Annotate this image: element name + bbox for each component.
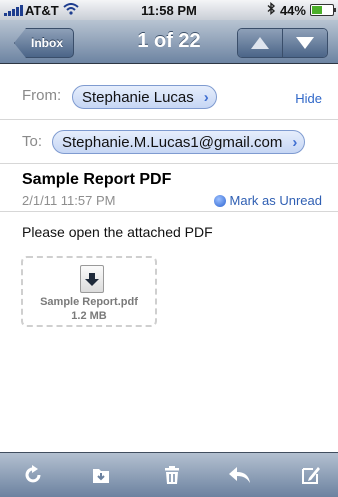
subject-row: Sample Report PDF 2/1/11 11:57 PM Mark a…: [0, 164, 338, 212]
reply-icon: [229, 467, 250, 483]
bluetooth-icon: [267, 2, 276, 18]
reply-button[interactable]: [226, 461, 254, 489]
battery-icon: [309, 4, 336, 16]
up-arrow-icon: [251, 37, 269, 49]
attachment-file-size: 1.2 MB: [71, 310, 107, 322]
carrier-label: AT&T: [25, 2, 59, 18]
wifi-icon: [63, 2, 79, 18]
compose-button[interactable]: [297, 461, 325, 489]
to-row: To: Stephanie.M.Lucas1@gmail.com ›: [0, 120, 338, 164]
trash-icon: [165, 466, 179, 484]
hide-details-link[interactable]: Hide: [295, 91, 322, 106]
message-navigation-control: [237, 28, 328, 58]
sender-chip[interactable]: Stephanie Lucas ›: [72, 85, 217, 109]
from-label: From:: [22, 87, 62, 104]
sender-name: Stephanie Lucas: [82, 89, 194, 106]
move-to-folder-icon: [93, 469, 109, 483]
to-label: To:: [22, 133, 43, 150]
chevron-right-icon: ›: [292, 134, 298, 151]
refresh-icon: [25, 465, 41, 483]
next-message-button[interactable]: [282, 29, 327, 57]
move-to-folder-button[interactable]: [87, 461, 115, 489]
battery-percent: 44%: [279, 2, 306, 18]
message-body: Please open the attached PDF: [22, 224, 213, 240]
mark-as-unread-label: Mark as Unread: [229, 193, 322, 208]
from-row: From: Stephanie Lucas › Hide: [0, 65, 338, 120]
status-bar: AT&T 11:58 PM 44%: [0, 0, 338, 20]
previous-message-button[interactable]: [238, 29, 282, 57]
message-date: 2/1/11 11:57 PM: [22, 193, 116, 208]
chevron-right-icon: ›: [203, 89, 209, 106]
delete-button[interactable]: [158, 461, 186, 489]
message-subject: Sample Report PDF: [22, 171, 172, 188]
signal-icon: [4, 4, 23, 16]
attachment-file-name: Sample Report.pdf: [40, 296, 138, 308]
unread-dot-icon: [213, 194, 226, 207]
down-arrow-icon: [296, 37, 314, 49]
pdf-attachment[interactable]: Sample Report.pdf 1.2 MB: [21, 256, 157, 327]
refresh-button[interactable]: [19, 461, 47, 489]
bottom-toolbar: [0, 452, 338, 497]
recipient-address: Stephanie.M.Lucas1@gmail.com: [62, 134, 283, 151]
compose-icon: [302, 467, 320, 484]
navigation-bar: Inbox 1 of 22: [0, 20, 338, 64]
mark-as-unread-button[interactable]: Mark as Unread: [213, 193, 322, 208]
recipient-chip[interactable]: Stephanie.M.Lucas1@gmail.com ›: [52, 130, 306, 154]
download-document-icon: [80, 265, 104, 293]
